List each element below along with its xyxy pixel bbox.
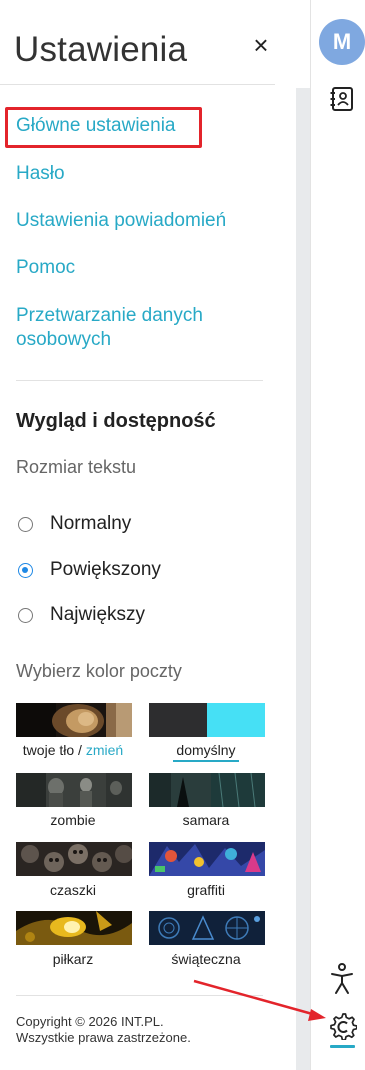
contacts-icon[interactable] [330, 86, 354, 112]
change-background-link[interactable]: zmień [86, 742, 123, 758]
annotation-arrow [193, 979, 326, 1021]
theme-caption-samara: samara [182, 812, 230, 828]
selected-theme-underline [173, 760, 239, 762]
theme-tile-samara[interactable] [149, 773, 265, 807]
theme-name: twoje tło [22, 742, 75, 758]
theme-caption-skulls: czaszki [50, 882, 96, 898]
skulls-thumbnail [16, 842, 132, 876]
footballer-thumbnail [16, 911, 132, 945]
theme-tile-christmas[interactable] [149, 911, 265, 945]
header-divider [0, 84, 275, 85]
text-size-label: Rozmiar tekstu [16, 457, 137, 477]
rights-reserved-line: Wszystkie prawa zastrzeżone. [16, 1030, 191, 1045]
theme-caption-default: domyślny [176, 742, 236, 758]
section-divider [16, 380, 263, 381]
page-title: Ustawienia [14, 30, 188, 69]
theme-caption-zombie: zombie [50, 812, 96, 828]
samara-thumbnail [149, 773, 265, 807]
link-notification-settings[interactable]: Ustawienia powiadomień [16, 209, 226, 233]
theme-tile-default[interactable] [149, 703, 265, 737]
radio-enlarged[interactable]: Powiększony [16, 559, 256, 585]
lion-thumbnail [16, 703, 132, 737]
link-password[interactable]: Hasło [16, 162, 65, 186]
theme-tile-custom[interactable] [16, 703, 132, 737]
theme-tile-zombie[interactable] [16, 773, 132, 807]
radio-largest[interactable]: Największy [16, 604, 256, 630]
default-thumbnail [149, 703, 265, 737]
radio-label: Normalny [50, 513, 132, 534]
radio-button[interactable] [18, 517, 33, 532]
close-icon[interactable]: × [248, 32, 274, 58]
radio-normal[interactable]: Normalny [16, 513, 256, 539]
theme-tile-skulls[interactable] [16, 842, 132, 876]
theme-caption-footballer: piłkarz [52, 951, 94, 967]
graffiti-thumbnail [149, 842, 265, 876]
scrollbar-thumb[interactable] [296, 88, 310, 1070]
highlight-annotation-box [5, 107, 202, 148]
theme-tile-graffiti[interactable] [149, 842, 265, 876]
christmas-thumbnail [149, 911, 265, 945]
settings-header: Ustawienia × [14, 24, 276, 84]
theme-caption-graffiti: graffiti [187, 882, 225, 898]
theme-tile-footballer[interactable] [16, 911, 132, 945]
theme-caption-custom: twoje tło / zmień [0, 742, 148, 758]
radio-button[interactable] [18, 608, 33, 623]
zombie-thumbnail [16, 773, 132, 807]
radio-label: Największy [50, 604, 146, 625]
radio-label: Powiększony [50, 559, 161, 580]
caption-separator: / [74, 742, 86, 758]
appearance-section-title: Wygląd i dostępność [16, 410, 216, 432]
link-personal-data-processing[interactable]: Przetwarzanie danych osobowych [16, 304, 246, 352]
mail-color-label: Wybierz kolor poczty [16, 661, 182, 681]
theme-caption-christmas: świąteczna [171, 951, 241, 967]
active-tab-indicator [330, 1045, 355, 1048]
settings-panel: Ustawienia × Główne ustawienia Hasło Ust… [0, 0, 296, 1070]
scrollbar-track[interactable] [296, 88, 310, 1070]
settings-gear-icon[interactable] [329, 1012, 358, 1041]
link-help[interactable]: Pomoc [16, 256, 75, 280]
accessibility-icon[interactable] [330, 963, 354, 995]
avatar[interactable]: M [319, 19, 365, 65]
right-rail [311, 0, 365, 1070]
radio-button-checked[interactable] [18, 563, 33, 578]
